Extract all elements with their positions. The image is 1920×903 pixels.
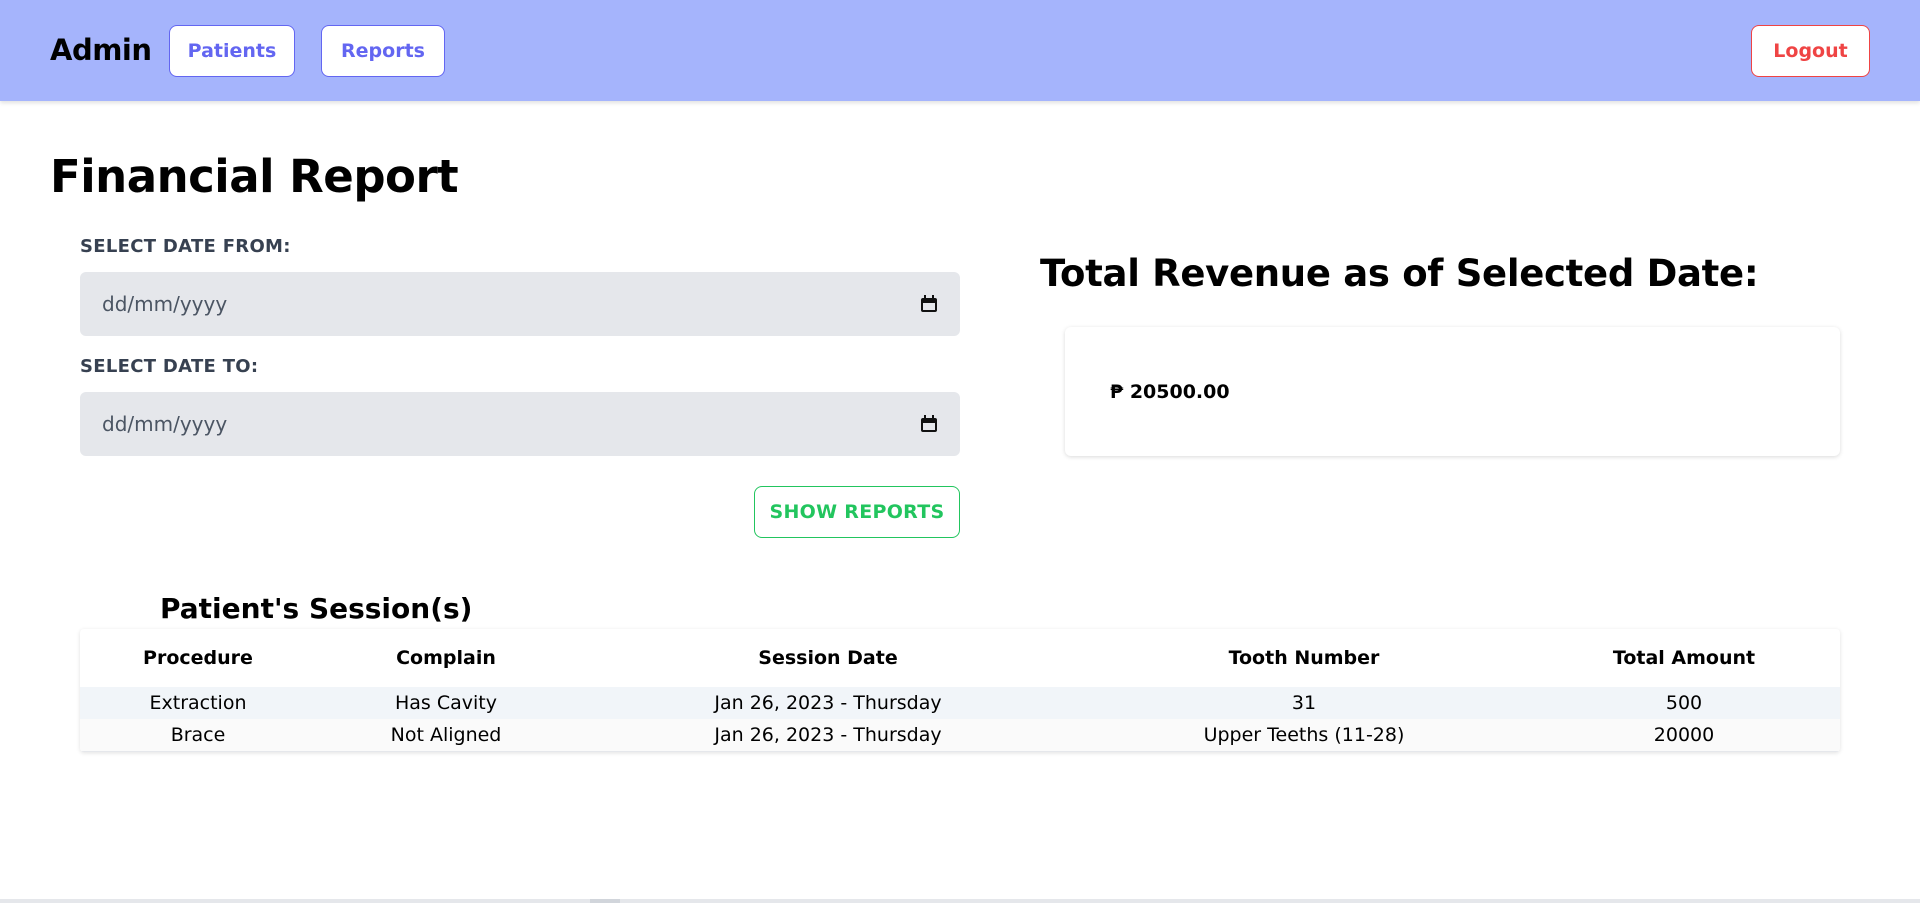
date-from-input[interactable]: dd/mm/yyyy: [80, 272, 960, 336]
column-header-procedure: Procedure: [143, 647, 253, 669]
page-title: Financial Report: [50, 150, 459, 203]
calendar-icon[interactable]: [920, 415, 938, 433]
cell-procedure: Brace: [80, 719, 316, 752]
sessions-title: Patient's Session(s): [160, 592, 473, 625]
logout-button[interactable]: Logout: [1751, 25, 1870, 77]
cell-total-amount: 20000: [1528, 719, 1840, 752]
patients-button[interactable]: Patients: [169, 25, 295, 77]
column-header-complain: Complain: [396, 647, 496, 669]
table-row: Brace Not Aligned Jan 26, 2023 - Thursda…: [80, 719, 1840, 752]
cell-tooth-number: Upper Teeths (11-28): [1080, 719, 1528, 752]
cell-tooth-number: 31: [1080, 687, 1528, 719]
cell-session-date: Jan 26, 2023 - Thursday: [576, 719, 1080, 752]
column-header-total-amount: Total Amount: [1612, 647, 1756, 669]
cell-complain: Has Cavity: [316, 687, 576, 719]
calendar-icon[interactable]: [920, 295, 938, 313]
brand-title: Admin: [50, 33, 152, 67]
top-navbar: Admin Patients Reports Logout: [0, 0, 1920, 101]
sessions-table: Procedure Complain Session Date Tooth Nu…: [80, 629, 1840, 752]
date-to-placeholder: dd/mm/yyyy: [102, 412, 228, 436]
cell-procedure: Extraction: [80, 687, 316, 719]
table-row: Extraction Has Cavity Jan 26, 2023 - Thu…: [80, 687, 1840, 719]
column-header-session-date: Session Date: [758, 647, 898, 669]
table-header-row: Procedure Complain Session Date Tooth Nu…: [80, 629, 1840, 687]
date-to-label: SELECT DATE TO:: [80, 356, 259, 377]
reports-button[interactable]: Reports: [321, 25, 445, 77]
show-reports-button[interactable]: SHOW REPORTS: [754, 486, 960, 538]
cell-session-date: Jan 26, 2023 - Thursday: [576, 687, 1080, 719]
cell-total-amount: 500: [1528, 687, 1840, 719]
revenue-title: Total Revenue as of Selected Date:: [1040, 252, 1759, 295]
revenue-card: ₱ 20500.00: [1065, 327, 1840, 456]
date-from-placeholder: dd/mm/yyyy: [102, 292, 228, 316]
horizontal-scrollbar[interactable]: [0, 899, 1920, 903]
scrollbar-thumb[interactable]: [590, 899, 620, 903]
date-to-input[interactable]: dd/mm/yyyy: [80, 392, 960, 456]
revenue-value: ₱ 20500.00: [1110, 381, 1230, 403]
date-from-label: SELECT DATE FROM:: [80, 236, 291, 257]
column-header-tooth-number: Tooth Number: [1228, 647, 1380, 669]
cell-complain: Not Aligned: [316, 719, 576, 752]
